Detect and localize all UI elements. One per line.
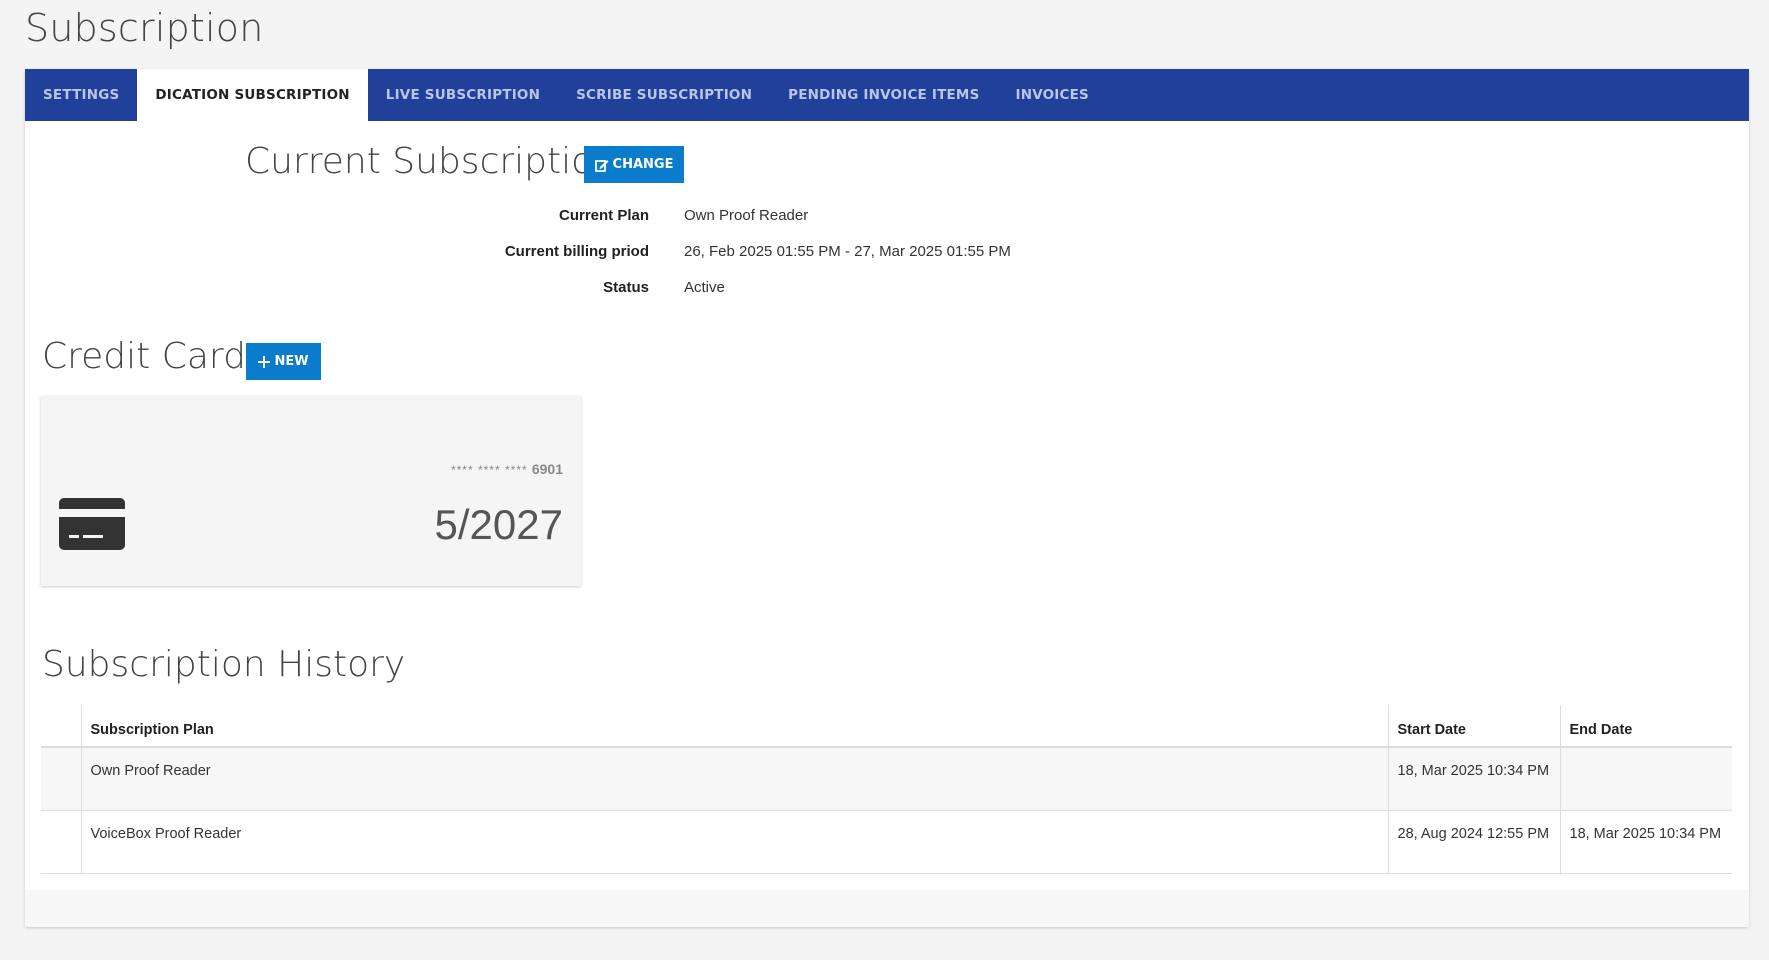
tab-scribe-subscription[interactable]: SCRIBE SUBSCRIPTION: [558, 69, 770, 121]
tab-pending-invoice-items[interactable]: PENDING INVOICE ITEMS: [770, 69, 997, 121]
current-plan-value: Own Proof Reader: [684, 207, 809, 224]
detail-row-billing-period: Current billing priod 26, Feb 2025 01:55…: [25, 235, 1125, 275]
credit-card-tile[interactable]: **** **** **** 6901 5/2027: [41, 396, 581, 586]
end-date-cell: 18, Mar 2025 10:34 PM: [1559, 810, 1732, 874]
card-number-mask: **** **** ****: [450, 463, 528, 477]
tab-live-subscription[interactable]: LIVE SUBSCRIPTION: [368, 69, 558, 121]
start-date-cell: 18, Mar 2025 10:34 PM: [1387, 747, 1560, 811]
card-last4: 6901: [531, 461, 563, 477]
change-button-label: CHANGE: [612, 157, 674, 172]
card-number: **** **** **** 6901: [451, 461, 563, 478]
column-header-blank: [41, 705, 81, 748]
column-header-plan: Subscription Plan: [80, 705, 1388, 748]
tab-invoices[interactable]: INVOICES: [998, 69, 1107, 121]
billing-period-value: 26, Feb 2025 01:55 PM - 27, Mar 2025 01:…: [684, 243, 1011, 260]
tab-bar: SETTINGS DICATION SUBSCRIPTION LIVE SUBS…: [25, 69, 1749, 121]
plan-cell: VoiceBox Proof Reader: [80, 810, 1388, 874]
change-button[interactable]: CHANGE: [584, 146, 684, 183]
panel-footer: [25, 890, 1749, 927]
tab-dication-subscription[interactable]: DICATION SUBSCRIPTION: [137, 69, 368, 121]
card-expiry: 5/2027: [434, 501, 563, 548]
detail-row-current-plan: Current Plan Own Proof Reader: [25, 199, 1125, 239]
start-date-cell: 28, Aug 2024 12:55 PM: [1387, 810, 1560, 874]
end-date-cell: [1559, 747, 1732, 811]
credit-card-icon: [59, 498, 125, 550]
subscription-panel: SETTINGS DICATION SUBSCRIPTION LIVE SUBS…: [25, 69, 1749, 927]
new-button-label: NEW: [274, 354, 309, 369]
table-row: Own Proof Reader 18, Mar 2025 10:34 PM: [41, 747, 1732, 811]
current-subscription-heading: Current Subscription: [245, 141, 616, 182]
table-header-row: Subscription Plan Start Date End Date: [41, 705, 1732, 748]
detail-row-status: Status Active: [25, 271, 1125, 311]
subscription-history-heading: Subscription History: [42, 644, 406, 685]
plan-cell: Own Proof Reader: [80, 747, 1388, 811]
edit-icon: [594, 159, 609, 172]
row-blank-cell: [41, 747, 81, 811]
status-label: Status: [603, 279, 649, 296]
current-plan-label: Current Plan: [558, 207, 649, 224]
subscription-history-table: Subscription Plan Start Date End Date Ow…: [41, 705, 1732, 874]
table-row: VoiceBox Proof Reader 28, Aug 2024 12:55…: [41, 810, 1732, 874]
credit-cards-heading: Credit Cards: [42, 336, 265, 377]
tab-settings[interactable]: SETTINGS: [25, 69, 137, 121]
new-card-button[interactable]: NEW: [246, 343, 321, 380]
row-blank-cell: [41, 810, 81, 874]
column-header-start-date: Start Date: [1387, 705, 1560, 748]
page-title: Subscription: [25, 6, 264, 50]
plus-icon: [258, 355, 271, 368]
status-value: Active: [684, 279, 725, 296]
billing-period-label: Current billing priod: [504, 243, 649, 260]
column-header-end-date: End Date: [1559, 705, 1732, 748]
